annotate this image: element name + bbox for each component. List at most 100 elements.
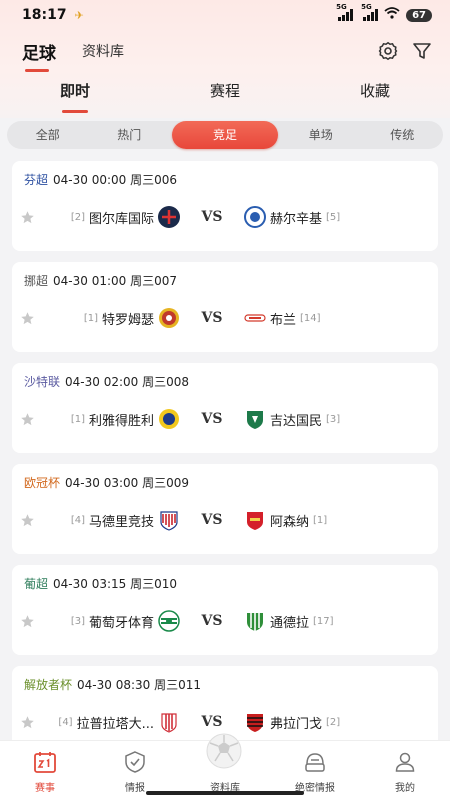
home-name: 拉普拉塔大... [76,716,154,732]
favorite-star-icon[interactable] [20,311,35,326]
vs-label: VS [201,411,223,427]
away-name: 吉达国民 [270,413,323,429]
match-info: 04-30 00:00 周三006 [53,173,178,187]
calendar-icon [33,750,57,774]
league-name: 沙特联 [24,375,61,389]
home-rank: [4] [70,514,85,526]
match-header: 葡超 04-30 03:15 周三010 [24,575,177,592]
vs-label: VS [201,714,223,730]
signal-icon: 5G [336,3,354,21]
team-crest-icon [158,206,180,228]
match-card[interactable]: 挪超 04-30 01:00 周三007 [1] 特罗姆瑟 VS 布兰 [14] [12,262,438,352]
away-name: 弗拉门戈 [270,716,323,732]
team-crest-icon [244,206,266,228]
match-header: 挪超 04-30 01:00 周三007 [24,272,177,289]
favorite-star-icon[interactable] [20,614,35,629]
team-crest-icon [158,408,180,430]
secret-box-icon [303,750,327,774]
filter-bar: 全部 热门 竞足 单场 传统 [7,121,443,149]
team-crest-icon [158,307,180,329]
tab-schedule[interactable]: 赛程 [150,78,300,104]
match-info: 04-30 01:00 周三007 [53,274,178,288]
top-header: 足球 资料库 [0,34,450,72]
shield-check-icon [123,750,147,774]
nav-label: 情报 [125,783,145,794]
team-crest-icon [244,711,266,733]
home-team: [2] 图尔库国际 [71,203,180,231]
favorite-star-icon[interactable] [20,715,35,730]
tab-database[interactable]: 资料库 [82,41,124,61]
match-card[interactable]: 沙特联 04-30 02:00 周三008 [1] 利雅得胜利 VS 吉达国民 [3] [12,363,438,453]
match-card[interactable]: 芬超 04-30 00:00 周三006 [2] 图尔库国际 VS 赫尔辛基 [5] [12,161,438,251]
home-rank: [1] [70,413,85,425]
team-crest-icon [158,711,180,733]
away-name: 布兰 [270,312,297,328]
away-rank: [14] [300,312,321,324]
favorite-star-icon[interactable] [20,513,35,528]
team-crest-icon [158,610,180,632]
filter-traditional[interactable]: 传统 [362,121,444,149]
match-info: 04-30 02:00 周三008 [65,375,190,389]
home-rank: [1] [83,312,98,324]
away-name: 赫尔辛基 [270,211,323,227]
home-rank: [3] [70,615,85,627]
away-rank: [5] [326,211,341,223]
tab-live[interactable]: 即时 [0,78,150,113]
favorite-star-icon[interactable] [20,210,35,225]
home-rank: [4] [58,716,73,728]
away-team: 赫尔辛基 [5] [244,203,340,231]
match-card[interactable]: 葡超 04-30 03:15 周三010 [3] 葡萄牙体育 VS 通德拉 [17] [12,565,438,655]
settings-icon[interactable] [378,41,398,61]
match-card[interactable]: 欧冠杯 04-30 03:00 周三009 [4] 马德里竞技 VS 阿森纳 [1] [12,464,438,554]
home-team: [1] 特罗姆瑟 [84,304,180,332]
nav-matches[interactable]: 赛事 [0,741,90,800]
tab-football[interactable]: 足球 [22,39,56,72]
away-rank: [2] [326,716,341,728]
notification-icon: ✈ [74,8,84,22]
status-time: 18:17 [22,7,67,23]
away-rank: [1] [313,514,328,526]
league-name: 芬超 [24,173,49,187]
match-header: 欧冠杯 04-30 03:00 周三009 [24,474,189,491]
away-team: 布兰 [14] [244,304,321,332]
tab-favorites[interactable]: 收藏 [300,78,450,104]
filter-single[interactable]: 单场 [280,121,362,149]
battery-icon: 67 [406,8,432,22]
home-name: 图尔库国际 [88,211,154,227]
match-info: 04-30 03:15 周三010 [53,577,178,591]
home-name: 利雅得胜利 [88,413,154,429]
filter-icon[interactable] [412,41,432,61]
match-header: 沙特联 04-30 02:00 周三008 [24,373,189,390]
vs-label: VS [201,209,223,225]
team-crest-icon [244,610,266,632]
filter-jingzu[interactable]: 竞足 [172,121,278,149]
match-header: 芬超 04-30 00:00 周三006 [24,171,177,188]
nav-label: 赛事 [35,783,55,794]
match-info: 04-30 08:30 周三011 [77,678,202,692]
home-indicator [146,791,304,795]
soccer-ball-icon[interactable] [202,733,246,769]
home-team: [3] 葡萄牙体育 [71,607,180,635]
team-crest-icon [158,509,180,531]
league-name: 葡超 [24,577,49,591]
filter-hot[interactable]: 热门 [89,121,171,149]
away-rank: [17] [313,615,334,627]
league-name: 挪超 [24,274,49,288]
away-team: 吉达国民 [3] [244,405,340,433]
vs-label: VS [201,613,223,629]
home-team: [1] 利雅得胜利 [71,405,180,433]
favorite-star-icon[interactable] [20,412,35,427]
team-crest-icon [244,509,266,531]
filter-all[interactable]: 全部 [7,121,89,149]
home-name: 特罗姆瑟 [101,312,154,328]
home-name: 马德里竞技 [88,514,154,530]
home-team: [4] 马德里竞技 [71,506,180,534]
vs-label: VS [201,310,223,326]
home-rank: [2] [70,211,85,223]
match-list: 芬超 04-30 00:00 周三006 [2] 图尔库国际 VS 赫尔辛基 [5] … [12,161,438,767]
home-team: [4] 拉普拉塔大... [58,708,180,736]
status-bar: 18:17 ✈ 5G 5G 67 [0,0,450,30]
match-info: 04-30 03:00 周三009 [65,476,190,490]
away-rank: [3] [326,413,341,425]
nav-profile[interactable]: 我的 [360,741,450,800]
